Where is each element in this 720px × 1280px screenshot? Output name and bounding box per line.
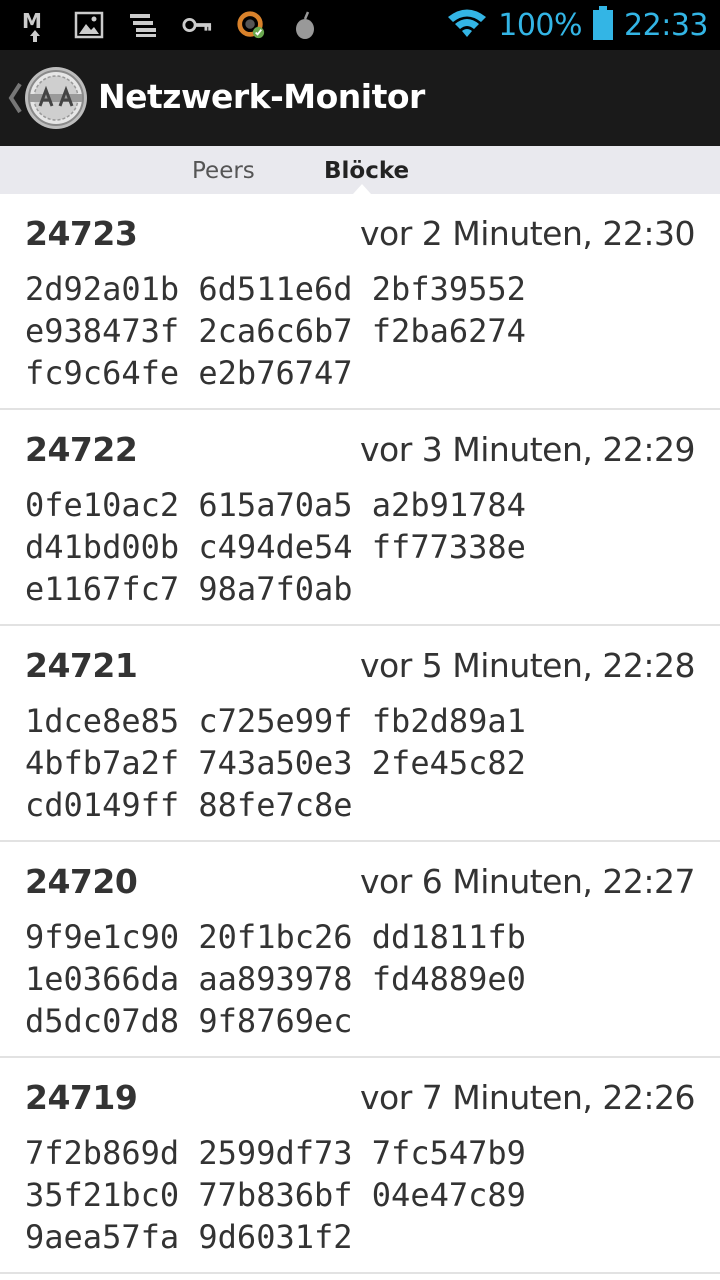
list-item[interactable]: 24720 vor 6 Minuten, 22:27 9f9e1c90 20f1… [0, 842, 720, 1058]
key-icon [182, 10, 212, 40]
block-hash-line: fc9c64fe e2b76747 [25, 354, 353, 392]
block-hash-line: 1e0366da aa893978 fd4889e0 [25, 960, 526, 998]
block-hash-line: 1dce8e85 c725e99f fb2d89a1 [25, 702, 526, 740]
notification-icons: M [20, 6, 320, 44]
up-caret-icon [8, 82, 22, 114]
block-hash-line: 9f9e1c90 20f1bc26 dd1811fb [25, 918, 526, 956]
active-tab-indicator [353, 184, 371, 194]
block-height: 24719 [25, 1078, 138, 1117]
block-time: vor 2 Minuten, 22:30 [360, 214, 695, 253]
block-hash-line: 9aea57fa 9d6031f2 [25, 1218, 353, 1256]
block-hash-line: 2d92a01b 6d511e6d 2bf39552 [25, 270, 526, 308]
block-height: 24722 [25, 430, 138, 469]
block-hash-line: e1167fc7 98a7f0ab [25, 570, 353, 608]
tab-peers[interactable]: Peers [192, 158, 255, 184]
block-height: 24723 [25, 214, 138, 253]
app-icon [290, 10, 320, 40]
tab-bloecke[interactable]: Blöcke [324, 158, 409, 184]
app-logo-icon [25, 67, 87, 129]
image-icon [74, 10, 104, 40]
block-hash-line: e938473f 2ca6c6b7 f2ba6274 [25, 312, 526, 350]
block-time: vor 3 Minuten, 22:29 [360, 430, 695, 469]
battery-percent: 100% [498, 7, 583, 43]
system-status: 100% 22:33 [446, 4, 708, 46]
list-item[interactable]: 24721 vor 5 Minuten, 22:28 1dce8e85 c725… [0, 626, 720, 842]
block-hash-line: d5dc07d8 9f8769ec [25, 1002, 353, 1040]
sync-icon [236, 10, 266, 40]
clock: 22:33 [624, 7, 708, 43]
block-time: vor 5 Minuten, 22:28 [360, 646, 695, 685]
block-hash-line: 35f21bc0 77b836bf 04e47c89 [25, 1176, 526, 1214]
list-item[interactable]: 24723 vor 2 Minuten, 22:30 2d92a01b 6d51… [0, 194, 720, 410]
status-bar: M 100% 22:33 [0, 0, 720, 50]
block-height: 24720 [25, 862, 138, 901]
gmail-icon: M [20, 9, 50, 42]
block-list[interactable]: 24723 vor 2 Minuten, 22:30 2d92a01b 6d51… [0, 194, 720, 1274]
block-hash-line: cd0149ff 88fe7c8e [25, 786, 353, 824]
block-height: 24721 [25, 646, 138, 685]
block-hash-line: 0fe10ac2 615a70a5 a2b91784 [25, 486, 526, 524]
block-hash-line: 7f2b869d 2599df73 7fc547b9 [25, 1134, 526, 1172]
battery-icon [592, 5, 614, 45]
list-item[interactable]: 24719 vor 7 Minuten, 22:26 7f2b869d 2599… [0, 1058, 720, 1274]
action-bar: Netzwerk-Monitor [0, 50, 720, 146]
block-time: vor 7 Minuten, 22:26 [360, 1078, 695, 1117]
app-title: Netzwerk-Monitor [98, 77, 425, 116]
block-hash-line: 4bfb7a2f 743a50e3 2fe45c82 [25, 744, 526, 782]
list-item[interactable]: 24722 vor 3 Minuten, 22:29 0fe10ac2 615a… [0, 410, 720, 626]
block-hash-line: d41bd00b c494de54 ff77338e [25, 528, 526, 566]
wifi-icon [446, 8, 488, 43]
svg-text:M: M [22, 9, 42, 33]
block-time: vor 6 Minuten, 22:27 [360, 862, 695, 901]
storage-icon [128, 10, 158, 40]
